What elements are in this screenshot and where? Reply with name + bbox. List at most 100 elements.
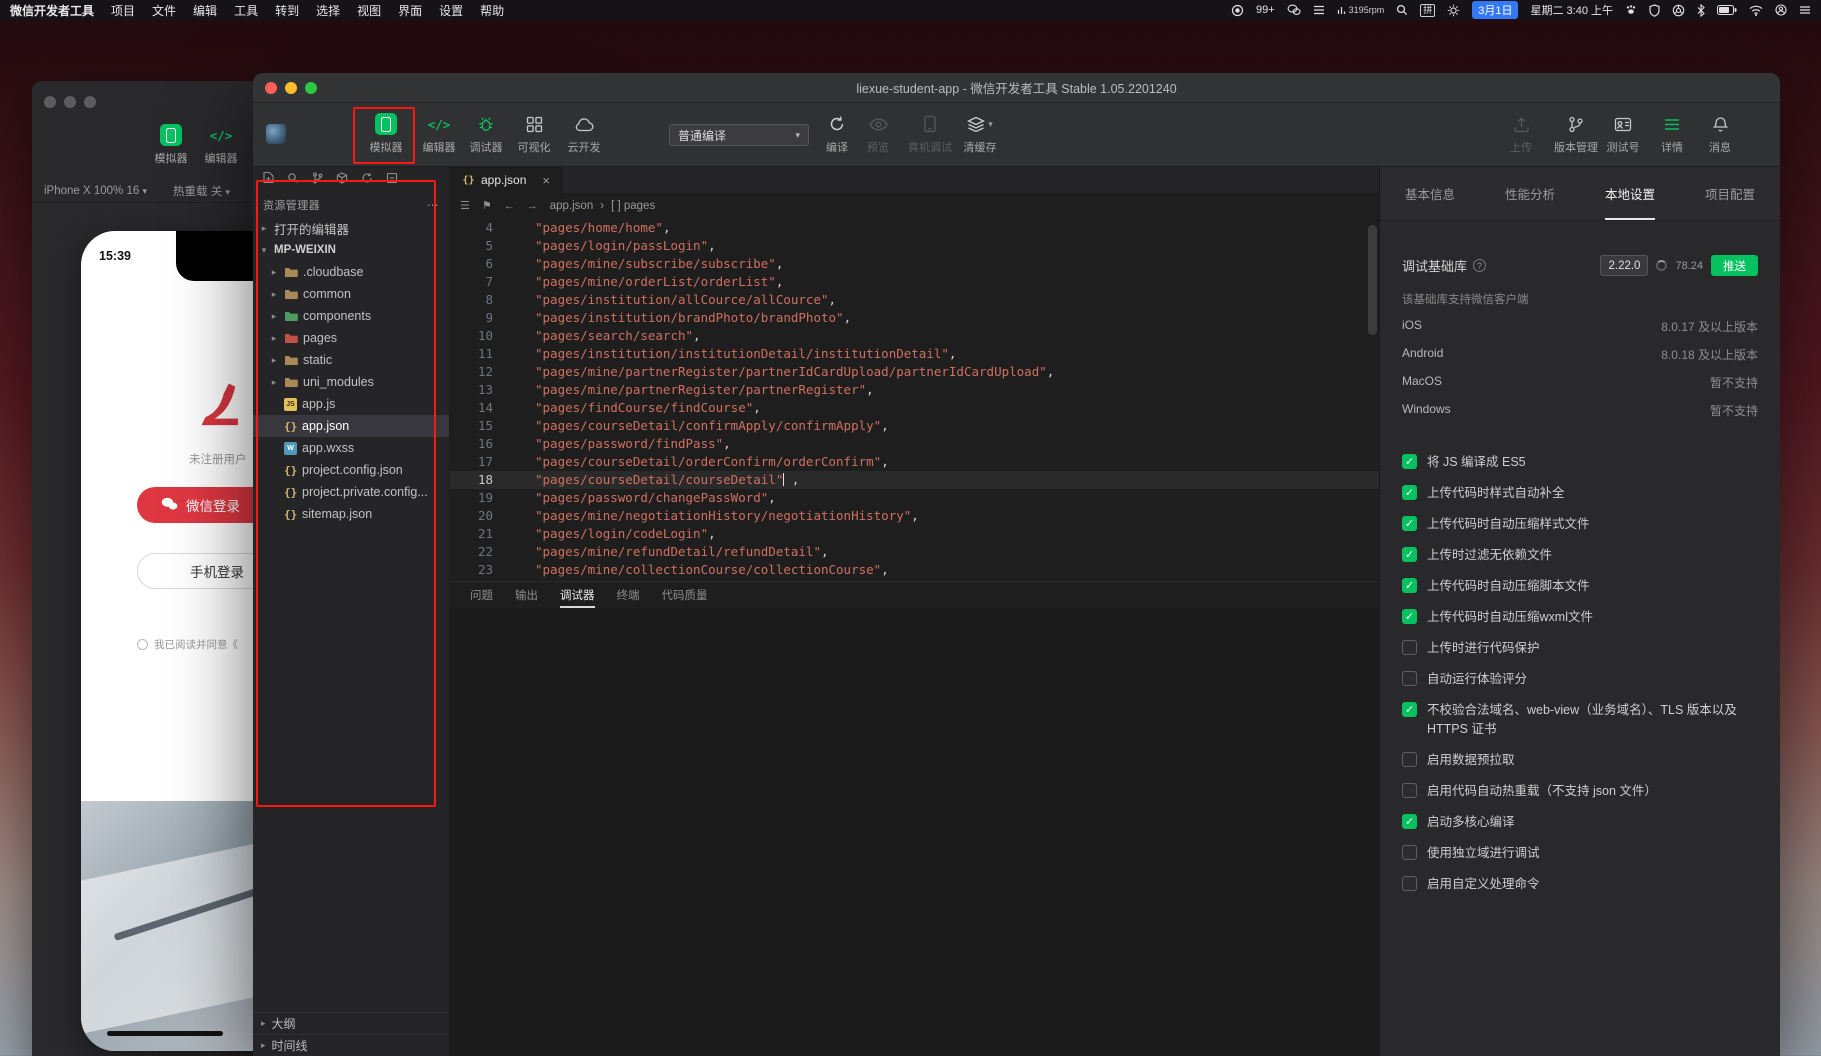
close-button[interactable] — [265, 82, 277, 94]
simulator-toggle-button[interactable]: 模拟器 — [358, 110, 414, 155]
git-branch-icon[interactable] — [312, 171, 323, 189]
settings-tab-1[interactable]: 性能分析 — [1505, 167, 1555, 220]
code-line-21[interactable]: 21 "pages/login/codeLogin", — [450, 525, 1379, 543]
tree-item-12[interactable]: {} project.private.config... — [253, 481, 449, 503]
push-button[interactable]: 推送 — [1711, 255, 1758, 276]
zoom-button[interactable] — [305, 82, 317, 94]
checkbox-icon[interactable]: ✓ — [1402, 578, 1417, 593]
panel-tab-2[interactable]: 调试器 — [560, 582, 595, 608]
checkbox-icon[interactable]: ✓ — [1402, 485, 1417, 500]
checkbox-icon[interactable]: ✓ — [1402, 814, 1417, 829]
title-bar[interactable]: liexue-student-app - 微信开发者工具 Stable 1.05… — [253, 73, 1780, 103]
messages-button[interactable]: 消息 — [1692, 110, 1748, 155]
collapse-all-icon[interactable] — [386, 171, 398, 189]
screen-record-icon[interactable] — [1231, 4, 1244, 17]
menubar-item-6[interactable]: 视图 — [357, 2, 381, 19]
code-line-9[interactable]: 9 "pages/institution/brandPhoto/brandPho… — [450, 309, 1379, 327]
code-line-11[interactable]: 11 "pages/institution/institutionDetail/… — [450, 345, 1379, 363]
brightness-icon[interactable] — [1447, 4, 1460, 17]
minimize-button[interactable] — [64, 96, 76, 108]
checkbox-icon[interactable]: ✓ — [1402, 547, 1417, 562]
help-icon[interactable]: ? — [1473, 259, 1487, 272]
code-line-17[interactable]: 17 "pages/courseDetail/orderConfirm/orde… — [450, 453, 1379, 471]
panel-tab-1[interactable]: 输出 — [515, 582, 538, 608]
preview-button[interactable]: 预览 — [850, 110, 906, 155]
option-row-1[interactable]: ✓ 上传代码时样式自动补全 — [1402, 484, 1758, 503]
code-line-12[interactable]: 12 "pages/mine/partnerRegister/partnerId… — [450, 363, 1379, 381]
tree-item-11[interactable]: {} project.config.json — [253, 459, 449, 481]
option-row-12[interactable]: 使用独立域进行调试 — [1402, 844, 1758, 863]
settings-tab-3[interactable]: 项目配置 — [1705, 167, 1755, 220]
menubar-item-5[interactable]: 选择 — [316, 2, 340, 19]
upload-button[interactable]: 上传 — [1493, 110, 1549, 155]
menubar-item-0[interactable]: 项目 — [111, 2, 135, 19]
menubar-item-3[interactable]: 工具 — [234, 2, 258, 19]
sidebar-section-1[interactable]: ▸ 时间线 — [253, 1034, 449, 1056]
tree-item-8[interactable]: JS app.js — [253, 393, 449, 415]
code-line-5[interactable]: 5 "pages/login/passLogin", — [450, 237, 1379, 255]
close-button[interactable] — [44, 96, 56, 108]
option-row-5[interactable]: ✓ 上传代码时自动压缩wxml文件 — [1402, 608, 1758, 627]
code-line-13[interactable]: 13 "pages/mine/partnerRegister/partnerRe… — [450, 381, 1379, 399]
panel-tab-3[interactable]: 终端 — [617, 582, 640, 608]
code-line-6[interactable]: 6 "pages/mine/subscribe/subscribe", — [450, 255, 1379, 273]
option-row-6[interactable]: 上传时进行代码保护 — [1402, 639, 1758, 658]
minimize-button[interactable] — [285, 82, 297, 94]
sim-simulator-button[interactable]: 模拟器 — [143, 121, 199, 166]
list-tray-icon[interactable] — [1313, 5, 1325, 15]
tree-item-7[interactable]: ▸ uni_modules — [253, 371, 449, 393]
device-selector[interactable]: iPhone X 100% 16 ▾ — [44, 185, 147, 197]
wechat-tray-icon[interactable] — [1287, 4, 1301, 16]
user-menu-icon[interactable] — [1775, 4, 1787, 16]
menubar-item-2[interactable]: 编辑 — [193, 2, 217, 19]
option-row-13[interactable]: 启用自定义处理命令 — [1402, 875, 1758, 894]
option-row-7[interactable]: 自动运行体验评分 — [1402, 670, 1758, 689]
checkbox-icon[interactable]: ✓ — [1402, 454, 1417, 469]
code-line-19[interactable]: 19 "pages/password/changePassWord", — [450, 489, 1379, 507]
fan-speed-indicator[interactable]: 3195rpm — [1337, 5, 1384, 15]
paw-icon[interactable] — [1625, 4, 1637, 16]
compile-mode-select[interactable]: 普通编译 ▾ — [669, 124, 809, 146]
breadcrumb-file[interactable]: app.json — [550, 200, 593, 212]
test-account-button[interactable]: 测试号 — [1595, 110, 1651, 155]
checkbox-icon[interactable] — [1402, 845, 1417, 860]
code-line-7[interactable]: 7 "pages/mine/orderList/orderList", — [450, 273, 1379, 291]
checkbox-icon[interactable] — [1402, 783, 1417, 798]
date-menu-item[interactable]: 3月1日 — [1472, 1, 1519, 19]
option-row-11[interactable]: ✓ 启动多核心编译 — [1402, 813, 1758, 832]
sidebar-section-0[interactable]: ▸ 大纲 — [253, 1012, 449, 1034]
option-row-0[interactable]: ✓ 将 JS 编译成 ES5 — [1402, 453, 1758, 472]
package-icon[interactable] — [336, 171, 348, 189]
menubar-item-1[interactable]: 文件 — [152, 2, 176, 19]
shield-icon[interactable] — [1649, 3, 1660, 17]
settings-tab-2[interactable]: 本地设置 — [1605, 167, 1655, 220]
tree-item-3[interactable]: ▸ common — [253, 283, 449, 305]
settings-tab-0[interactable]: 基本信息 — [1405, 167, 1455, 220]
checkbox-icon[interactable]: ✓ — [1402, 516, 1417, 531]
panel-tab-0[interactable]: 问题 — [470, 582, 493, 608]
tree-item-13[interactable]: {} sitemap.json — [253, 503, 449, 525]
control-center-icon[interactable] — [1799, 5, 1811, 15]
sync-icon[interactable] — [361, 171, 373, 189]
tree-item-0[interactable]: ▸ 打开的编辑器 — [253, 217, 449, 239]
more-icon[interactable]: ⋯ — [427, 198, 439, 212]
window-controls[interactable] — [265, 82, 317, 94]
close-icon[interactable]: × — [542, 173, 550, 188]
code-line-18[interactable]: 18 "pages/courseDetail/courseDetail" , — [450, 471, 1379, 489]
option-row-10[interactable]: 启用代码自动热重载（不支持 json 文件） — [1402, 782, 1758, 801]
code-line-22[interactable]: 22 "pages/mine/refundDetail/refundDetail… — [450, 543, 1379, 561]
code-line-23[interactable]: 23 "pages/mine/collectionCourse/collecti… — [450, 561, 1379, 579]
checkbox-icon[interactable]: ✓ — [1402, 609, 1417, 624]
tree-item-4[interactable]: ▸ components — [253, 305, 449, 327]
tree-item-2[interactable]: ▸ .cloudbase — [253, 261, 449, 283]
panel-tab-4[interactable]: 代码质量 — [662, 582, 708, 608]
agreement-radio[interactable] — [137, 639, 148, 650]
clear-cache-button[interactable]: ▾ 清缓存 — [952, 110, 1008, 155]
checkbox-icon[interactable] — [1402, 752, 1417, 767]
user-avatar[interactable] — [266, 124, 286, 144]
code-line-15[interactable]: 15 "pages/courseDetail/confirmApply/conf… — [450, 417, 1379, 435]
zoom-button[interactable] — [84, 96, 96, 108]
code-line-4[interactable]: 4 "pages/home/home", — [450, 219, 1379, 237]
tree-item-5[interactable]: ▸ pages — [253, 327, 449, 349]
option-row-3[interactable]: ✓ 上传时过滤无依赖文件 — [1402, 546, 1758, 565]
